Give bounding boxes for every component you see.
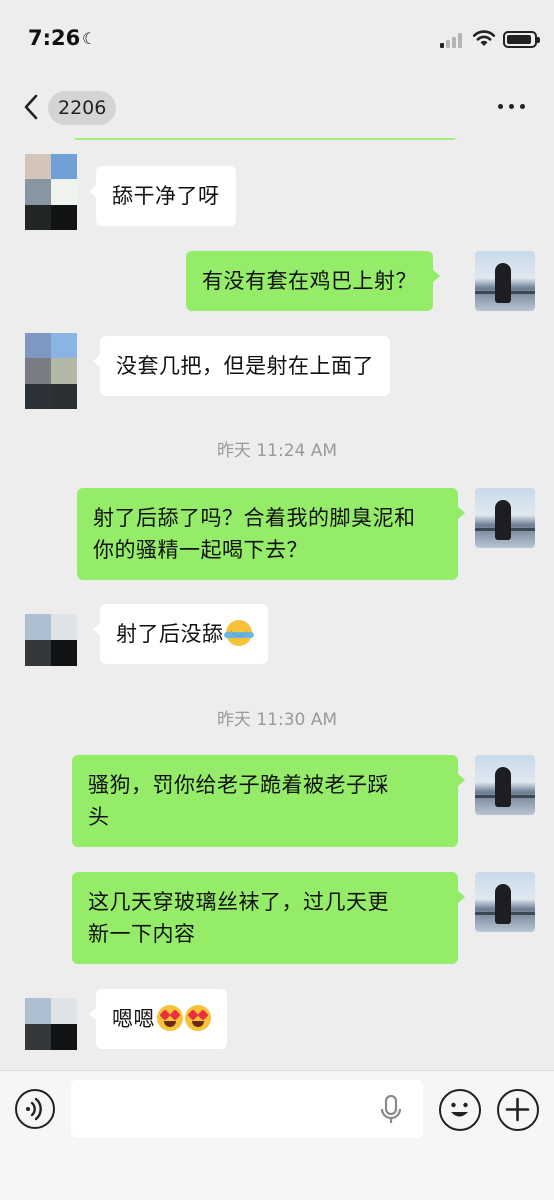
message-bubble[interactable]: 没套几把，但是射在上面了 [93, 336, 390, 396]
status-time: 7:26 [28, 26, 81, 50]
message-text-line: 骚狗，罚你给老子跪着被老子踩 [88, 773, 389, 797]
voice-icon[interactable] [15, 1089, 55, 1129]
message-bubble[interactable]: 这几天穿玻璃丝袜了，过几天更 新一下内容 [72, 872, 465, 964]
message-text-line: 你的骚精一起喝下去？ [93, 538, 308, 562]
message-text: 有没有套在鸡巴上射？ [202, 269, 417, 293]
message-bubble[interactable]: 嗯嗯 [89, 989, 227, 1049]
message-text: 舔干净了呀 [112, 184, 220, 208]
nav-bar: 2206 [0, 78, 554, 138]
message-bubble-partial [72, 138, 458, 140]
message-text-line: 新一下内容 [88, 922, 196, 946]
message-text-line: 头 [88, 805, 110, 829]
chevron-left-icon[interactable] [20, 92, 44, 122]
timestamp: 昨天 11:24 AM [216, 441, 338, 461]
contact-avatar[interactable] [25, 614, 77, 666]
contact-avatar[interactable] [25, 154, 77, 230]
self-avatar[interactable] [475, 251, 535, 311]
wifi-icon [472, 30, 496, 46]
timestamp: 昨天 11:30 AM [216, 710, 338, 730]
cellular-signal-icon [440, 32, 466, 48]
crying-laughing-emoji-icon [223, 620, 254, 646]
message-bubble[interactable]: 射了后舔了吗？合着我的脚臭泥和 你的骚精一起喝下去？ [77, 488, 465, 580]
battery-icon [503, 31, 540, 48]
status-bar: 7:26 ☾ [0, 0, 554, 78]
message-text: 没套几把，但是射在上面了 [116, 354, 374, 378]
chat-title[interactable]: 2206 [48, 91, 117, 125]
message-bubble[interactable]: 射了后没舔 [93, 604, 268, 664]
heart-eyes-emoji-icon [185, 1005, 211, 1031]
mic-icon[interactable] [380, 1095, 402, 1125]
heart-eyes-emoji-icon [157, 1005, 183, 1031]
input-bar [0, 1070, 554, 1200]
message-text-line: 这几天穿玻璃丝袜了，过几天更 [88, 890, 389, 914]
more-icon[interactable] [498, 104, 526, 110]
message-input[interactable] [71, 1080, 423, 1138]
emoji-icon[interactable] [439, 1089, 481, 1131]
contact-avatar[interactable] [25, 998, 77, 1050]
message-text-line: 射了后舔了吗？合着我的脚臭泥和 [93, 506, 416, 530]
self-avatar[interactable] [475, 755, 535, 815]
moon-icon: ☾ [82, 29, 97, 48]
self-avatar[interactable] [475, 488, 535, 548]
message-list[interactable]: 舔干净了呀 有没有套在鸡巴上射？ 没套几把，但是射在上面了 昨天 11:24 A… [0, 138, 554, 1070]
plus-icon[interactable] [497, 1089, 539, 1131]
message-bubble[interactable]: 有没有套在鸡巴上射？ [186, 251, 440, 311]
contact-avatar[interactable] [25, 333, 77, 409]
message-bubble[interactable]: 舔干净了呀 [89, 166, 236, 226]
message-text: 射了后没舔 [116, 622, 224, 646]
message-text: 嗯嗯 [112, 1007, 155, 1031]
message-bubble[interactable]: 骚狗，罚你给老子跪着被老子踩 头 [72, 755, 465, 847]
self-avatar[interactable] [475, 872, 535, 932]
